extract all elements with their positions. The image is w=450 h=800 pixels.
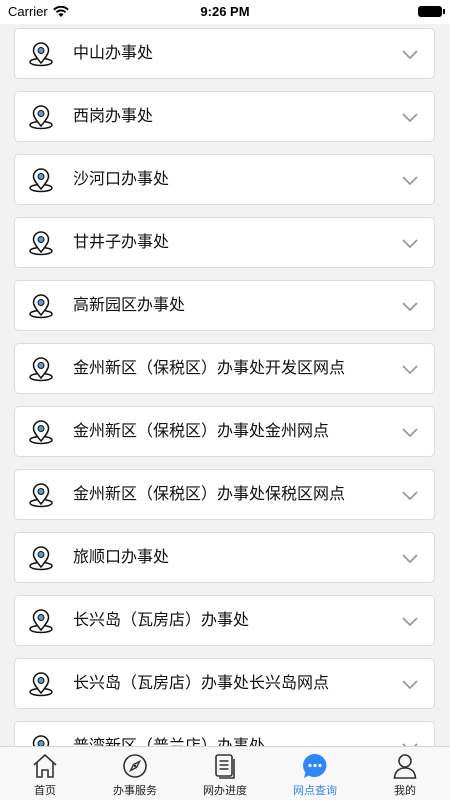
office-row[interactable]: 金州新区（保税区）办事处保税区网点 (14, 469, 435, 520)
compass-icon (123, 754, 147, 778)
office-name: 沙河口办事处 (73, 171, 170, 188)
location-pin-icon (29, 357, 53, 382)
chevron-down-icon[interactable] (401, 173, 419, 187)
office-name: 旅顺口办事处 (73, 549, 170, 566)
location-pin-icon (29, 546, 53, 571)
tab-services[interactable]: 办事服务 (90, 747, 180, 800)
location-pin-icon (29, 231, 53, 256)
chevron-down-icon[interactable] (401, 299, 419, 313)
chevron-down-icon[interactable] (401, 110, 419, 124)
office-list[interactable]: 中山办事处 西岗办事处 沙河口办事处 甘井子办事处 高新园区办事处 金州新区（保… (0, 24, 450, 746)
office-row[interactable]: 普湾新区（普兰店）办事处 (14, 721, 435, 746)
tab-label: 办事服务 (113, 785, 157, 797)
chat-bubble-icon (303, 754, 327, 778)
chevron-down-icon[interactable] (401, 236, 419, 250)
tab-home[interactable]: 首页 (0, 747, 90, 800)
battery-icon (418, 6, 445, 17)
chevron-down-icon[interactable] (401, 47, 419, 61)
document-icon (215, 754, 235, 779)
tab-me[interactable]: 我的 (360, 747, 450, 800)
location-pin-icon (29, 105, 53, 130)
chevron-down-icon[interactable] (401, 677, 419, 691)
chevron-down-icon[interactable] (401, 614, 419, 628)
location-pin-icon (29, 420, 53, 445)
chevron-down-icon[interactable] (401, 425, 419, 439)
office-name: 金州新区（保税区）办事处保税区网点 (73, 486, 346, 503)
status-time: 9:26 PM (200, 4, 250, 19)
office-name: 西岗办事处 (73, 108, 154, 125)
home-icon (33, 753, 57, 778)
office-name: 普湾新区（普兰店）办事处 (73, 722, 265, 746)
office-row[interactable]: 金州新区（保税区）办事处金州网点 (14, 406, 435, 457)
location-pin-icon (32, 735, 50, 746)
office-name: 中山办事处 (73, 45, 154, 62)
tab-label: 网点查询 (293, 785, 337, 797)
office-row[interactable]: 长兴岛（瓦房店）办事处长兴岛网点 (14, 658, 435, 709)
office-name: 甘井子办事处 (73, 234, 170, 251)
office-row[interactable]: 旅顺口办事处 (14, 532, 435, 583)
office-row[interactable]: 中山办事处 (14, 28, 435, 79)
chevron-down-icon[interactable] (401, 551, 419, 565)
location-pin-icon (29, 672, 53, 697)
tab-bar: 首页 办事服务 网办进度 网点查询 我的 (0, 746, 450, 800)
office-row[interactable]: 西岗办事处 (14, 91, 435, 142)
chevron-down-icon[interactable] (401, 362, 419, 376)
chevron-down-icon[interactable] (401, 488, 419, 502)
tab-label: 首页 (34, 785, 56, 797)
office-row[interactable]: 长兴岛（瓦房店）办事处 (14, 595, 435, 646)
user-icon (393, 754, 417, 779)
status-bar: Carrier 9:26 PM (0, 0, 450, 24)
tab-label: 我的 (394, 785, 416, 797)
location-pin-icon (29, 294, 53, 319)
office-name: 长兴岛（瓦房店）办事处长兴岛网点 (73, 675, 330, 692)
location-pin-icon (29, 483, 53, 508)
tab-outlet-search[interactable]: 网点查询 (270, 747, 360, 800)
office-row[interactable]: 沙河口办事处 (14, 154, 435, 205)
office-row[interactable]: 高新园区办事处 (14, 280, 435, 331)
office-name: 高新园区办事处 (73, 297, 186, 314)
office-row[interactable]: 甘井子办事处 (14, 217, 435, 268)
location-pin-icon (29, 609, 53, 634)
tab-progress[interactable]: 网办进度 (180, 747, 270, 800)
office-name: 金州新区（保税区）办事处开发区网点 (73, 360, 346, 377)
location-pin-icon (29, 168, 53, 193)
office-row[interactable]: 金州新区（保税区）办事处开发区网点 (14, 343, 435, 394)
office-name: 长兴岛（瓦房店）办事处 (73, 612, 250, 629)
tab-label: 网办进度 (203, 785, 247, 797)
office-name: 金州新区（保税区）办事处金州网点 (73, 423, 330, 440)
location-pin-icon (29, 42, 53, 67)
